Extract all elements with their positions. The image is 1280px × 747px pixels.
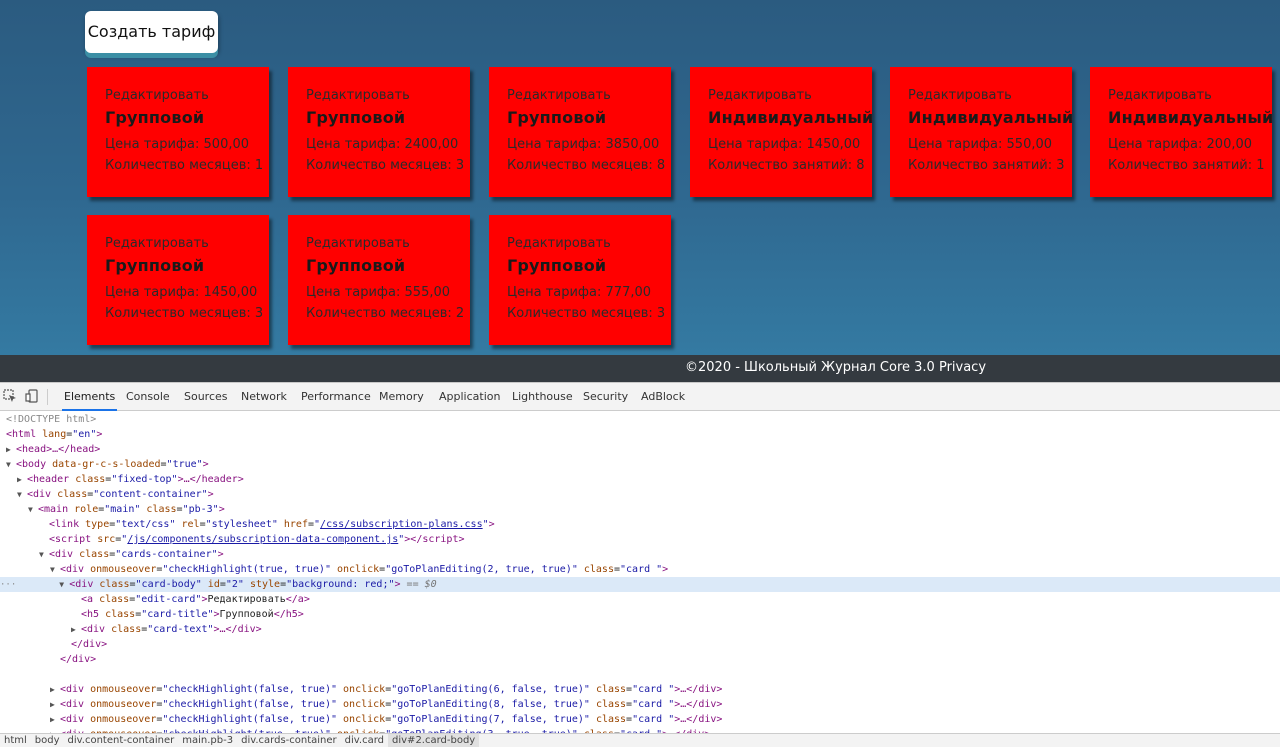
- footer-privacy-link[interactable]: Privacy: [939, 360, 986, 375]
- card-title: Групповой: [105, 108, 205, 127]
- breadcrumb-item[interactable]: html: [0, 734, 31, 747]
- edit-card-link[interactable]: Редактировать: [105, 235, 269, 252]
- card-title: Групповой: [306, 256, 406, 275]
- card-count: Количество месяцев: 3: [507, 306, 666, 321]
- devtools-panel: Elements Console Sources Network Performance…: [0, 382, 1280, 747]
- tab-memory[interactable]: Memory: [377, 383, 426, 411]
- edit-card-link[interactable]: Редактировать: [507, 235, 671, 252]
- card-price: Цена тарифа: 200,00: [1108, 137, 1253, 152]
- tab-lighthouse[interactable]: Lighthouse: [510, 383, 575, 411]
- footer: ©2020 - Школьный Журнал Core 3.0 Privacy: [0, 355, 1280, 382]
- tree-line-html[interactable]: <html lang="en">: [0, 427, 1280, 442]
- breadcrumb-item[interactable]: div.card: [341, 734, 388, 747]
- tree-line-content-container[interactable]: ▼ <div class="content-container">: [0, 487, 1280, 502]
- tree-line-card-collapsed[interactable]: ▶ <div onmouseover="checkHighlight(false,…: [0, 712, 1280, 727]
- breadcrumb-item[interactable]: div#2.card-body: [388, 734, 480, 747]
- card-title: Индивидуальный: [908, 108, 1072, 127]
- tab-adblock[interactable]: AdBlock: [639, 383, 687, 411]
- tab-security[interactable]: Security: [581, 383, 630, 411]
- tree-line-link[interactable]: <link type="text/css" rel="stylesheet" h…: [0, 517, 1280, 532]
- tariff-card[interactable]: Редактировать Групповой Цена тарифа: 2400,…: [288, 67, 470, 197]
- tariff-card[interactable]: Редактировать Групповой Цена тарифа: 1450,…: [87, 215, 269, 345]
- footer-copyright: ©2020 - Школьный Журнал Core 3.0: [685, 360, 935, 375]
- card-count: Количество месяцев: 3: [306, 158, 465, 173]
- card-count: Количество месяцев: 3: [105, 306, 264, 321]
- edit-card-link[interactable]: Редактировать: [105, 87, 269, 104]
- card-price: Цена тарифа: 1450,00: [708, 137, 861, 152]
- card-title: Групповой: [507, 108, 607, 127]
- tariff-card[interactable]: Редактировать Индивидуальный Цена тарифа: …: [1090, 67, 1272, 197]
- tree-line-doctype[interactable]: <!DOCTYPE html>: [0, 412, 1280, 427]
- tree-line-cards-container[interactable]: ▼ <div class="cards-container">: [0, 547, 1280, 562]
- tab-network[interactable]: Network: [239, 383, 289, 411]
- toolbar-divider: [47, 389, 48, 405]
- edit-card-link[interactable]: Редактировать: [306, 87, 470, 104]
- edit-card-link[interactable]: Редактировать: [507, 87, 671, 104]
- elements-tree: <!DOCTYPE html> <html lang="en"> ▶ <head>…: [0, 412, 1280, 733]
- breadcrumb-item[interactable]: body: [31, 734, 64, 747]
- tree-line-header[interactable]: ▶ <header class="fixed-top">…</header>: [0, 472, 1280, 487]
- tariff-card[interactable]: Редактировать Групповой Цена тарифа: 500,0…: [87, 67, 269, 197]
- tree-line-card-body-selected[interactable]: ··· ▼ <div class="card-body" id="2" style=…: [0, 577, 1280, 592]
- card-price: Цена тарифа: 2400,00: [306, 137, 459, 152]
- edit-card-link[interactable]: Редактировать: [708, 87, 872, 104]
- tree-line-card-text[interactable]: ▶ <div class="card-text">…</div>: [0, 622, 1280, 637]
- script-link[interactable]: /js/components/subscription-data-compone…: [127, 534, 398, 545]
- tariff-card[interactable]: Редактировать Индивидуальный Цена тарифа: …: [890, 67, 1072, 197]
- card-title: Групповой: [105, 256, 205, 275]
- tab-performance[interactable]: Performance: [299, 383, 373, 411]
- tree-line-edit-card[interactable]: <a class="edit-card">Редактировать</a>: [0, 592, 1280, 607]
- tree-line-close-div-outer[interactable]: </div>: [0, 652, 1280, 667]
- inspect-element-icon[interactable]: [3, 389, 17, 403]
- tab-elements[interactable]: Elements: [62, 383, 118, 411]
- footer-text: ©2020 - Школьный Журнал Core 3.0 Privacy: [685, 360, 986, 375]
- tree-line-card-1[interactable]: ▼ <div onmouseover="checkHighlight(true, …: [0, 562, 1280, 577]
- breadcrumb-item[interactable]: main.pb-3: [178, 734, 237, 747]
- card-price: Цена тарифа: 1450,00: [105, 285, 258, 300]
- card-count: Количество занятий: 1: [1108, 158, 1265, 173]
- card-price: Цена тарифа: 500,00: [105, 137, 250, 152]
- tariff-card[interactable]: Редактировать Групповой Цена тарифа: 3850,…: [489, 67, 671, 197]
- devtools-breadcrumbs: html body div.content-container main.pb-3 di…: [0, 733, 1280, 747]
- tree-line-close-div-inner[interactable]: </div>: [0, 637, 1280, 652]
- tariff-card[interactable]: Редактировать Групповой Цена тарифа: 777,0…: [489, 215, 671, 345]
- breadcrumb-item[interactable]: div.content-container: [64, 734, 179, 747]
- edit-card-link[interactable]: Редактировать: [1108, 87, 1272, 104]
- stylesheet-link[interactable]: /css/subscription-plans.css: [320, 519, 483, 530]
- edit-card-link[interactable]: Редактировать: [306, 235, 470, 252]
- card-price: Цена тарифа: 3850,00: [507, 137, 660, 152]
- card-title: Индивидуальный: [708, 108, 872, 127]
- tree-line-body[interactable]: ▼ <body data-gr-c-s-loaded="true">: [0, 457, 1280, 472]
- create-tariff-button[interactable]: Создать тариф: [85, 11, 218, 53]
- card-title: Групповой: [306, 108, 406, 127]
- card-count: Количество занятий: 3: [908, 158, 1065, 173]
- tree-line-head[interactable]: ▶ <head>…</head>: [0, 442, 1280, 457]
- devtools-toolbar: Elements Console Sources Network Performance…: [0, 383, 1280, 411]
- device-toolbar-icon[interactable]: [25, 389, 39, 403]
- tree-line-card-title[interactable]: <h5 class="card-title">Групповой</h5>: [0, 607, 1280, 622]
- card-price: Цена тарифа: 550,00: [908, 137, 1053, 152]
- card-price: Цена тарифа: 777,00: [507, 285, 652, 300]
- card-price: Цена тарифа: 555,00: [306, 285, 451, 300]
- tariff-card[interactable]: Редактировать Индивидуальный Цена тарифа: …: [690, 67, 872, 197]
- tariff-card[interactable]: Редактировать Групповой Цена тарифа: 555,0…: [288, 215, 470, 345]
- page-content: Создать тариф Редактировать Групповой Цена…: [0, 0, 1280, 355]
- tree-line-main[interactable]: ▼ <main role="main" class="pb-3">: [0, 502, 1280, 517]
- card-title: Групповой: [507, 256, 607, 275]
- tab-console[interactable]: Console: [124, 383, 172, 411]
- card-count: Количество месяцев: 2: [306, 306, 465, 321]
- tree-line-script[interactable]: <script src="/js/components/subscription…: [0, 532, 1280, 547]
- tab-application[interactable]: Application: [437, 383, 502, 411]
- tree-line-card-collapsed[interactable]: ▶ <div onmouseover="checkHighlight(false,…: [0, 697, 1280, 712]
- card-count: Количество месяцев: 8: [507, 158, 666, 173]
- card-count: Количество занятий: 8: [708, 158, 865, 173]
- card-count: Количество месяцев: 1: [105, 158, 264, 173]
- card-title: Индивидуальный: [1108, 108, 1272, 127]
- tab-sources[interactable]: Sources: [182, 383, 230, 411]
- edit-card-link[interactable]: Редактировать: [908, 87, 1072, 104]
- breadcrumb-item[interactable]: div.cards-container: [237, 734, 341, 747]
- tree-line-card-collapsed[interactable]: ▶ <div onmouseover="checkHighlight(false,…: [0, 682, 1280, 697]
